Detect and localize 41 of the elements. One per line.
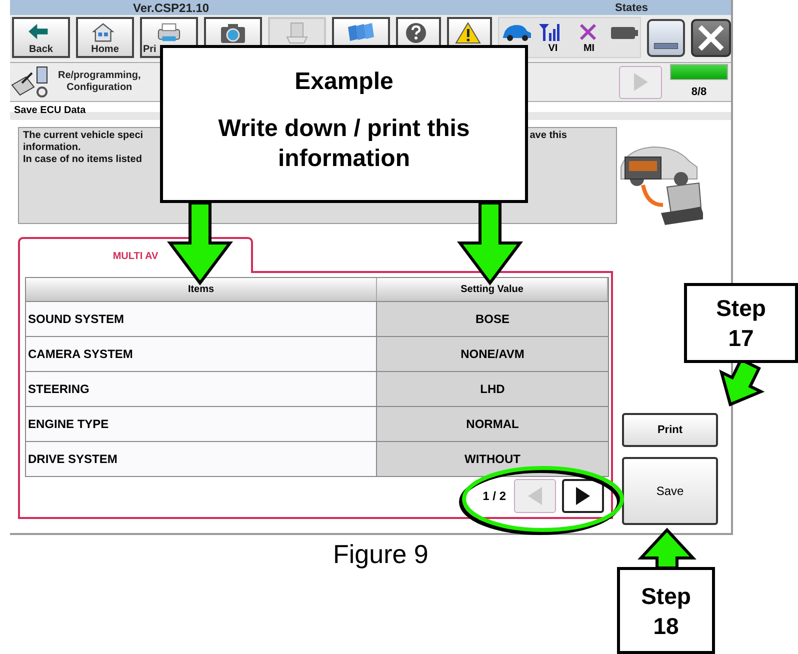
column-header: Items — [26, 278, 377, 301]
figure-caption: Figure 9 — [333, 538, 428, 570]
home-button[interactable]: Home — [76, 17, 134, 58]
step-label: Step 18 — [641, 582, 691, 640]
play-icon — [632, 72, 648, 92]
camera-icon — [218, 21, 248, 45]
info-text: ave this — [530, 130, 567, 142]
table-cell: STEERING — [26, 372, 377, 406]
minimize-icon — [654, 42, 678, 48]
table-cell: SOUND SYSTEM — [26, 302, 377, 336]
table-cell: BOSE — [377, 302, 608, 336]
status-label: VI — [548, 43, 558, 55]
info-text: In case of no items listed — [23, 154, 142, 166]
table-cell: DRIVE SYSTEM — [26, 442, 377, 476]
left-triangle-icon — [527, 486, 543, 506]
table-cell: NORMAL — [377, 407, 608, 441]
version-text: Ver.CSP21.10 — [133, 1, 210, 15]
step-label: Step 17 — [716, 294, 766, 353]
table-cell: CAMERA SYSTEM — [26, 337, 377, 371]
callout-title: Example — [294, 68, 394, 96]
progress-text: 8/8 — [691, 84, 707, 100]
info-text: The current vehicle speci — [23, 130, 144, 142]
states-label: States — [615, 1, 648, 15]
table-cell: LHD — [377, 372, 608, 406]
table-cell: ENGINE TYPE — [26, 407, 377, 441]
page-indicator: 1 / 2 — [482, 488, 506, 505]
column-header: Setting Value — [377, 278, 608, 301]
step-label: Re/programming, Configuration — [58, 70, 141, 94]
back-button[interactable]: Back — [12, 17, 70, 58]
right-triangle-icon — [575, 486, 591, 506]
close-button[interactable] — [691, 18, 731, 56]
minimize-button[interactable] — [647, 18, 685, 56]
save-button[interactable]: Save — [622, 457, 718, 525]
print-button[interactable]: Print — [622, 413, 718, 447]
close-icon — [697, 24, 725, 52]
table-cell: NONE/AVM — [377, 337, 608, 371]
status-label: MI — [583, 43, 595, 55]
info-text: information. — [23, 142, 81, 154]
reprogramming-icon — [10, 65, 50, 99]
next-page-button[interactable] — [562, 479, 604, 513]
table-cell: WITHOUT — [377, 442, 608, 476]
